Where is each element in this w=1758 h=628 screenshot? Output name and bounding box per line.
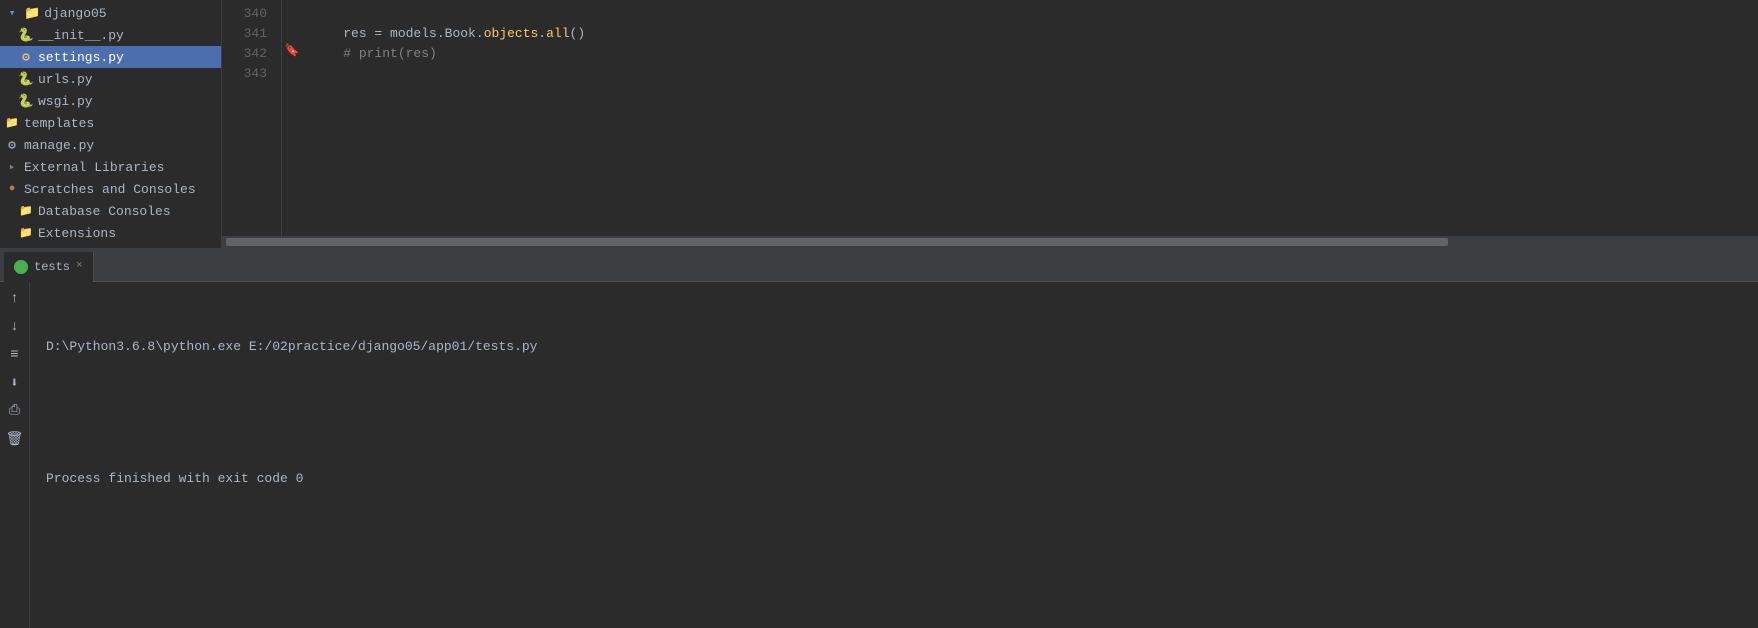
sidebar-item-settings-label: settings.py	[38, 50, 124, 65]
code-view: 340 341 342 343 🔖 res = models.Book.obje…	[222, 0, 1758, 236]
tab-green-icon	[14, 260, 28, 274]
sidebar-item-django05-label: django05	[44, 6, 106, 21]
sidebar-item-scratches-label: Scratches and Consoles	[24, 182, 196, 197]
scrollbar-thumb	[226, 238, 1448, 246]
sidebar: ▾ 📁 django05 🐍 __init__.py ⚙ settings.py…	[0, 0, 222, 248]
gutter: 🔖	[282, 0, 302, 236]
bookmark-icon: 🔖	[285, 43, 300, 58]
tab-bar: tests ×	[0, 252, 1758, 282]
py-icon-urls: 🐍	[18, 71, 34, 87]
sidebar-item-extensions-label: Extensions	[38, 226, 116, 241]
sidebar-item-wsgi-label: wsgi.py	[38, 94, 93, 109]
top-area: ▾ 📁 django05 🐍 __init__.py ⚙ settings.py…	[0, 0, 1758, 248]
sidebar-item-templates-label: templates	[24, 116, 94, 131]
tab-tests[interactable]: tests ×	[4, 252, 94, 282]
sidebar-item-manage-py[interactable]: ⚙ manage.py	[0, 134, 221, 156]
py-icon-wsgi: 🐍	[18, 93, 34, 109]
terminal-line-3: Process finished with exit code 0	[46, 468, 1742, 490]
sidebar-item-wsgi-py[interactable]: 🐍 wsgi.py	[0, 90, 221, 112]
code-content[interactable]: res = models.Book.objects.all() # print(…	[302, 0, 1758, 236]
sidebar-item-templates[interactable]: 📁 templates	[0, 112, 221, 134]
terminal-output: D:\Python3.6.8\python.exe E:/02practice/…	[30, 282, 1758, 628]
sidebar-item-django05[interactable]: ▾ 📁 django05	[0, 2, 221, 24]
sidebar-item-scratches[interactable]: ● Scratches and Consoles	[0, 178, 221, 200]
folder-icon-ext: 📁	[18, 225, 34, 241]
sidebar-item-db-label: Database Consoles	[38, 204, 171, 219]
sidebar-item-database-consoles[interactable]: 📁 Database Consoles	[0, 200, 221, 222]
sidebar-item-manage-label: manage.py	[24, 138, 94, 153]
line-numbers: 340 341 342 343	[222, 0, 282, 236]
ext-icon: ▸	[4, 159, 20, 175]
scratch-icon: ●	[4, 181, 20, 197]
sidebar-item-urls-py[interactable]: 🐍 urls.py	[0, 68, 221, 90]
manage-icon: ⚙	[4, 137, 20, 153]
code-line-343	[312, 64, 1758, 84]
code-line-342: # print(res)	[312, 44, 1758, 64]
editor-scrollbar[interactable]	[222, 236, 1758, 248]
print-button[interactable]: ⎙	[4, 400, 26, 422]
terminal-line-2	[46, 402, 1742, 424]
sidebar-item-urls-label: urls.py	[38, 72, 93, 87]
save-output-button[interactable]: ⬇	[4, 372, 26, 394]
line-num-341: 341	[222, 24, 273, 44]
bottom-panel: tests × ↑ ↓ ≡ ⬇ ⎙ 🗑 D:\Python3.6.8\pytho…	[0, 252, 1758, 628]
line-num-340: 340	[222, 4, 273, 24]
editor-area: 340 341 342 343 🔖 res = models.Book.obje…	[222, 0, 1758, 248]
clear-button[interactable]: 🗑	[4, 428, 26, 450]
scroll-down-button[interactable]: ↓	[4, 316, 26, 338]
run-toolbar: ↑ ↓ ≡ ⬇ ⎙ 🗑	[0, 282, 30, 628]
folder-icon: ▾	[4, 5, 20, 21]
sidebar-item-extensions[interactable]: 📁 Extensions	[0, 222, 221, 244]
scrollbar-track[interactable]	[226, 238, 1754, 246]
code-line-340	[312, 4, 1758, 24]
tab-close-button[interactable]: ×	[76, 261, 83, 272]
code-line-341: res = models.Book.objects.all()	[312, 24, 1758, 44]
run-content: ↑ ↓ ≡ ⬇ ⎙ 🗑 D:\Python3.6.8\python.exe E:…	[0, 282, 1758, 628]
sidebar-item-ext-label: External Libraries	[24, 160, 164, 175]
tab-tests-label: tests	[34, 260, 70, 274]
sidebar-item-settings-py[interactable]: ⚙ settings.py	[0, 46, 221, 68]
folder-icon-templates: 📁	[4, 115, 20, 131]
db-icon: 📁	[18, 203, 34, 219]
line-num-342: 342	[222, 44, 273, 64]
sidebar-item-init-py[interactable]: 🐍 __init__.py	[0, 24, 221, 46]
settings-icon: ⚙	[18, 49, 34, 65]
py-icon-init: 🐍	[18, 27, 34, 43]
scroll-up-button[interactable]: ↑	[4, 288, 26, 310]
wrap-button[interactable]: ≡	[4, 344, 26, 366]
line-num-343: 343	[222, 64, 273, 84]
sidebar-item-init-label: __init__.py	[38, 28, 124, 43]
terminal-line-1: D:\Python3.6.8\python.exe E:/02practice/…	[46, 336, 1742, 358]
sidebar-item-external-libraries[interactable]: ▸ External Libraries	[0, 156, 221, 178]
